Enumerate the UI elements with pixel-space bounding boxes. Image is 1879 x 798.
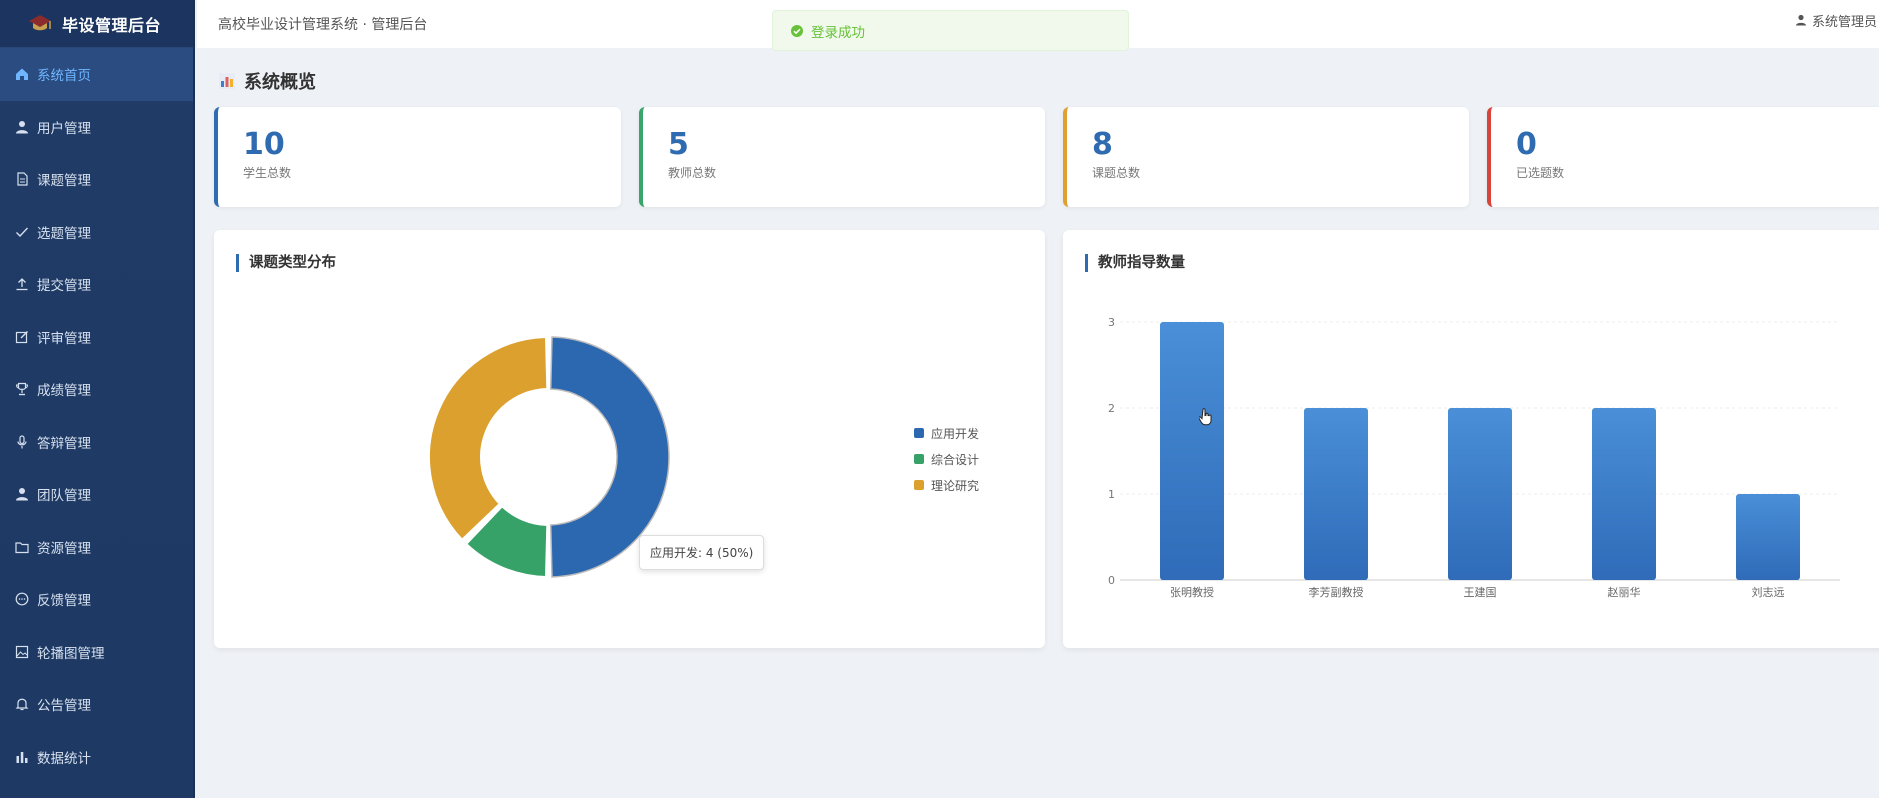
sidebar-item-label: 数据统计	[37, 750, 91, 767]
y-tick-label: 1	[1108, 488, 1115, 501]
sidebar-item-label: 资源管理	[37, 540, 91, 557]
legend-item[interactable]: 应用开发	[914, 420, 979, 446]
teacher-guidance-panel: 教师指导数量 0 1 2 3 张明教授 李芳副教授 王建国 赵丽华 刘志远	[1063, 230, 1879, 648]
x-tick-label: 赵丽华	[1608, 585, 1641, 599]
sidebar-item-label: 评审管理	[37, 330, 91, 347]
legend-label: 应用开发	[931, 426, 980, 441]
microphone-icon	[15, 435, 29, 449]
bar[interactable]	[1304, 408, 1368, 580]
legend-item[interactable]: 理论研究	[914, 472, 979, 498]
document-icon	[15, 172, 29, 186]
stat-label: 课题总数	[1092, 166, 1141, 180]
chart-tooltip: 应用开发: 4 (50%)	[639, 535, 765, 570]
chart-legend: 应用开发综合设计理论研究	[914, 420, 979, 498]
x-tick-label: 王建国	[1464, 585, 1497, 599]
stat-value: 5	[668, 127, 689, 162]
bar-chart: 0 1 2 3 张明教授 李芳副教授 王建国 赵丽华 刘志远	[1108, 316, 1840, 599]
stat-value: 0	[1516, 127, 1537, 162]
bar-chart-icon	[15, 750, 29, 764]
stat-value: 10	[243, 127, 285, 162]
sidebar-item[interactable]: 用户管理	[0, 101, 193, 154]
y-tick-label: 0	[1108, 574, 1115, 587]
sidebar-item-label: 公告管理	[37, 698, 91, 715]
x-tick-label: 刘志远	[1752, 586, 1785, 599]
sidebar-item[interactable]: 课题管理	[0, 153, 193, 206]
chart-icon	[219, 73, 235, 89]
team-icon	[15, 487, 29, 501]
user-icon	[1795, 14, 1806, 26]
success-toast: 登录成功	[772, 10, 1129, 51]
sidebar-item[interactable]: 轮播图管理	[0, 626, 193, 679]
bar[interactable]	[1592, 408, 1656, 580]
bell-icon	[15, 697, 29, 711]
legend-swatch	[914, 454, 924, 464]
stat-label: 已选题数	[1516, 166, 1565, 180]
sidebar-item-label: 提交管理	[37, 278, 91, 295]
pie-slice[interactable]	[428, 336, 549, 542]
sidebar-item-label: 团队管理	[37, 488, 91, 505]
chat-icon	[15, 592, 29, 606]
legend-item[interactable]: 综合设计	[914, 446, 979, 472]
user-menu[interactable]: 系统管理员	[1795, 0, 1879, 40]
sidebar-item[interactable]: 公告管理	[0, 678, 193, 731]
success-check-icon	[791, 24, 803, 37]
user-icon	[15, 120, 29, 134]
y-tick-label: 3	[1108, 316, 1115, 329]
sidebar-menu: 系统首页用户管理课题管理选题管理提交管理评审管理成绩管理答辩管理团队管理资源管理…	[0, 48, 193, 783]
y-tick-label: 2	[1108, 402, 1115, 415]
sidebar-item-label: 答辩管理	[37, 435, 91, 452]
sidebar-item[interactable]: 数据统计	[0, 731, 193, 784]
cursor-hand-icon	[1199, 408, 1212, 426]
edit-icon	[15, 330, 29, 344]
stat-card-teachers: 5 教师总数	[639, 107, 1045, 207]
sidebar-item[interactable]: 评审管理	[0, 311, 193, 364]
brand[interactable]: 毕设管理后台	[0, 0, 193, 48]
legend-swatch	[914, 480, 924, 490]
sidebar-item-label: 选题管理	[37, 225, 91, 242]
topic-type-panel: 课题类型分布 应用开发 综合设计 理论研究 应用开发: 4 (50%)	[214, 230, 1045, 648]
user-name: 系统管理员	[1811, 14, 1877, 30]
x-tick-label: 张明教授	[1170, 585, 1214, 599]
legend-swatch	[914, 428, 924, 438]
check-icon	[15, 225, 29, 239]
toast-message: 登录成功	[811, 24, 865, 41]
sidebar-item[interactable]: 团队管理	[0, 468, 193, 521]
image-icon	[15, 645, 29, 659]
sidebar-item[interactable]: 反馈管理	[0, 573, 193, 626]
sidebar: 毕设管理后台 系统首页用户管理课题管理选题管理提交管理评审管理成绩管理答辩管理团…	[0, 0, 195, 798]
stat-label: 教师总数	[668, 166, 717, 180]
x-tick-label: 李芳副教授	[1309, 585, 1364, 599]
graduation-cap-icon	[29, 14, 51, 30]
bar[interactable]	[1448, 408, 1512, 580]
sidebar-item[interactable]: 系统首页	[0, 48, 193, 101]
home-icon	[15, 67, 29, 81]
stat-card-selected: 0 已选题数	[1487, 107, 1879, 207]
sidebar-item-label: 成绩管理	[37, 383, 91, 400]
sidebar-item[interactable]: 答辩管理	[0, 416, 193, 469]
trophy-icon	[15, 382, 29, 396]
stat-card-students: 10 学生总数	[214, 107, 621, 207]
brand-title: 毕设管理后台	[62, 15, 162, 35]
header-title: 高校毕业设计管理系统 · 管理后台	[218, 17, 428, 33]
sidebar-item[interactable]: 资源管理	[0, 521, 193, 574]
sidebar-item-label: 轮播图管理	[37, 645, 105, 662]
legend-label: 综合设计	[931, 452, 980, 467]
folder-icon	[15, 540, 29, 554]
page-title-text: 系统概览	[244, 72, 316, 93]
page-title: 系统概览	[218, 68, 316, 94]
sidebar-item-label: 系统首页	[37, 68, 91, 85]
bar[interactable]	[1736, 494, 1800, 580]
legend-label: 理论研究	[931, 478, 980, 493]
sidebar-item[interactable]: 提交管理	[0, 258, 193, 311]
sidebar-item[interactable]: 成绩管理	[0, 363, 193, 416]
sidebar-item[interactable]: 选题管理	[0, 206, 193, 259]
sidebar-item-label: 课题管理	[37, 173, 91, 190]
sidebar-item-label: 反馈管理	[37, 593, 91, 610]
stat-label: 学生总数	[243, 166, 292, 180]
stat-value: 8	[1092, 127, 1113, 162]
upload-icon	[15, 277, 29, 291]
stat-card-topics: 8 课题总数	[1063, 107, 1469, 207]
bar[interactable]	[1160, 322, 1224, 580]
sidebar-item-label: 用户管理	[37, 120, 91, 137]
